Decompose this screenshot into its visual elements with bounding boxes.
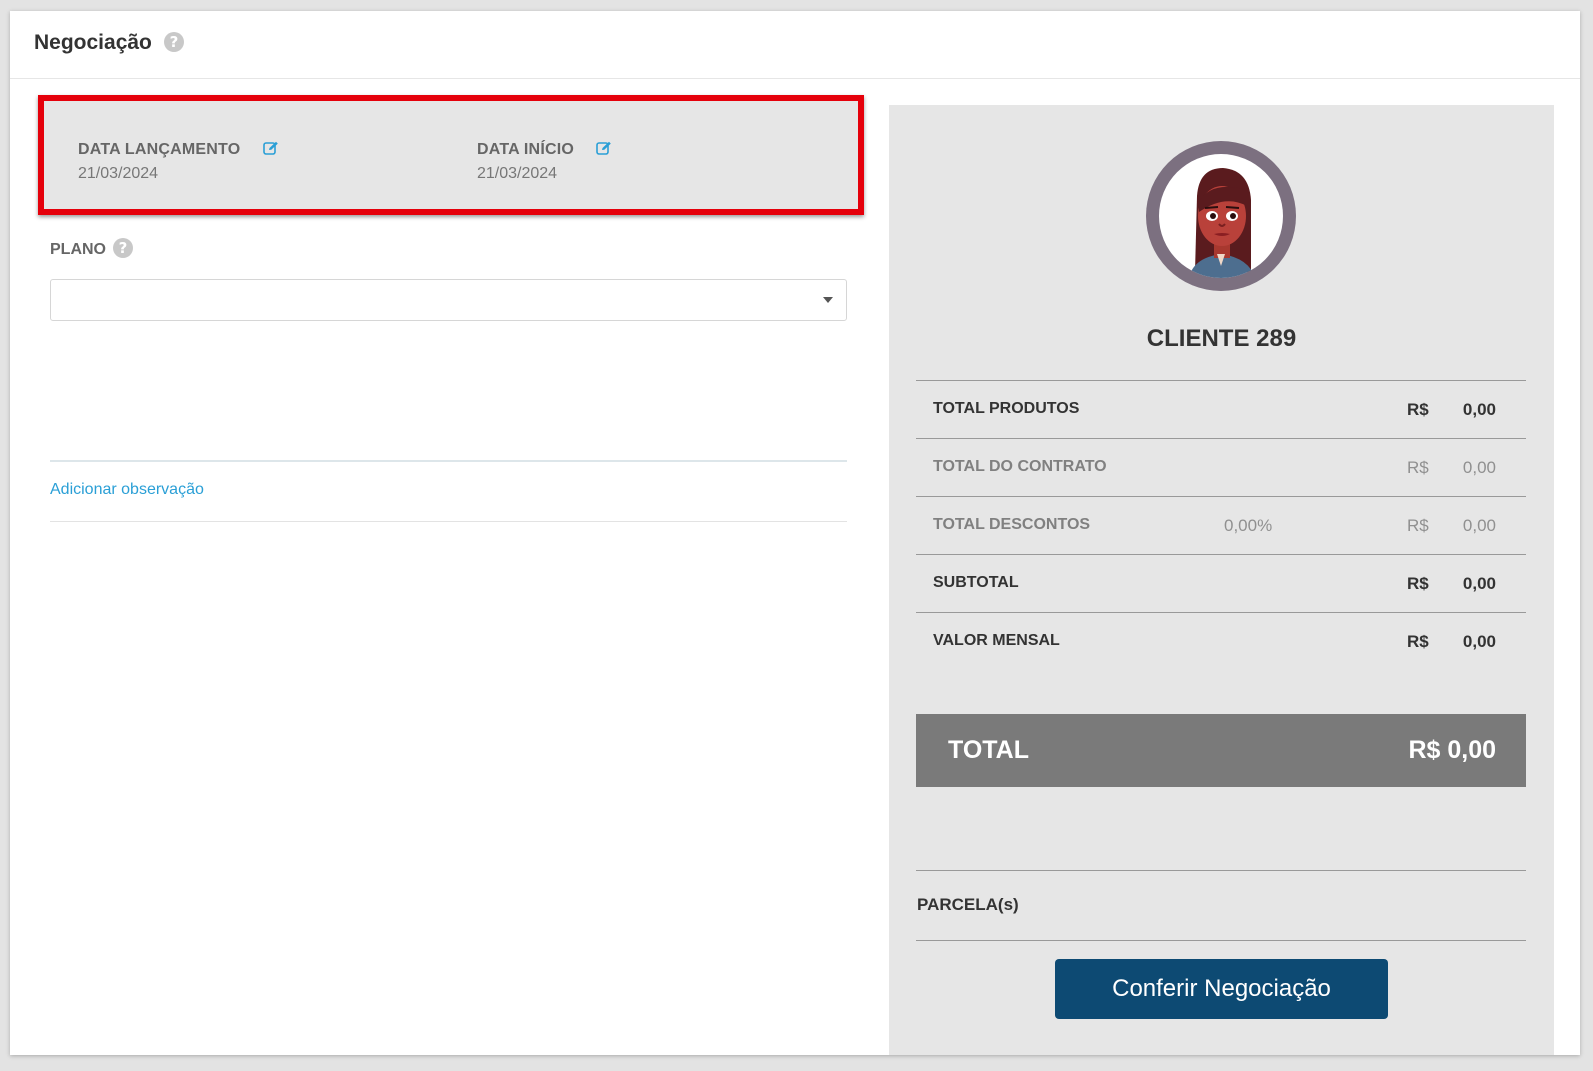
row-label: TOTAL PRODUTOS (933, 400, 1080, 417)
page-title: Negociação (34, 31, 152, 54)
row-currency: R$ (1407, 516, 1429, 535)
row-percent: 0,00% (1224, 516, 1273, 535)
start-date-group: DATA INÍCIO 21/03/2024 (477, 141, 612, 183)
row-value: 0,00 (1462, 516, 1496, 535)
list-item: TOTAL DESCONTOS 0,00% R$ 0,00 (916, 496, 1526, 554)
divider (916, 940, 1526, 941)
summary-panel: CLIENTE 289 TOTAL PRODUTOS R$ 0,00 TOTAL… (889, 105, 1554, 1055)
edit-icon[interactable] (596, 141, 612, 155)
negotiation-card: Negociação ? DATA LANÇAMENTO 21/03/2024 … (10, 11, 1580, 1055)
row-label: TOTAL DO CONTRATO (933, 458, 1107, 475)
card-header: Negociação ? (10, 11, 1580, 79)
row-currency: R$ (1407, 400, 1429, 419)
launch-date-value: 21/03/2024 (78, 165, 159, 182)
dates-highlight-box: DATA LANÇAMENTO 21/03/2024 DATA INÍCIO 2… (38, 95, 864, 215)
list-item: SUBTOTAL R$ 0,00 (916, 554, 1526, 612)
row-label: SUBTOTAL (933, 574, 1019, 591)
divider (916, 870, 1526, 871)
total-label: TOTAL (948, 736, 1030, 764)
row-value: 0,00 (1462, 400, 1496, 419)
list-item: TOTAL PRODUTOS R$ 0,00 (916, 380, 1526, 438)
start-date-value: 21/03/2024 (477, 165, 558, 182)
row-currency: R$ (1407, 574, 1429, 593)
divider (50, 460, 847, 462)
plano-select[interactable] (50, 279, 847, 321)
row-currency: R$ (1407, 632, 1429, 651)
row-label: TOTAL DESCONTOS (933, 516, 1091, 533)
launch-date-label: DATA LANÇAMENTO (78, 141, 241, 158)
row-currency: R$ (1407, 458, 1429, 477)
caret-down-icon (823, 297, 833, 303)
add-observation-link[interactable]: Adicionar observação (50, 481, 204, 499)
avatar (1146, 141, 1296, 291)
question-circle-icon[interactable]: ? (164, 32, 184, 52)
total-value: R$ 0,00 (1408, 736, 1496, 764)
total-bar: TOTAL R$ 0,00 (916, 714, 1526, 787)
client-avatar-image (1189, 168, 1255, 278)
row-value: 0,00 (1462, 632, 1496, 651)
confirm-negotiation-button[interactable]: Conferir Negociação (1055, 959, 1388, 1019)
parcelas-label: PARCELA(s) (917, 895, 1019, 914)
row-value: 0,00 (1462, 458, 1496, 477)
divider (50, 521, 847, 522)
plano-label: PLANO (50, 241, 106, 258)
question-circle-icon[interactable]: ? (113, 238, 133, 258)
list-item: VALOR MENSAL R$ 0,00 (916, 612, 1526, 670)
totals-list: TOTAL PRODUTOS R$ 0,00 TOTAL DO CONTRATO… (916, 380, 1526, 670)
row-value: 0,00 (1462, 574, 1496, 593)
launch-date-group: DATA LANÇAMENTO 21/03/2024 (78, 141, 279, 183)
start-date-label: DATA INÍCIO (477, 141, 575, 158)
edit-icon[interactable] (263, 141, 279, 155)
list-item: TOTAL DO CONTRATO R$ 0,00 (916, 438, 1526, 496)
row-label: VALOR MENSAL (933, 632, 1060, 649)
client-name: CLIENTE 289 (1146, 325, 1297, 352)
